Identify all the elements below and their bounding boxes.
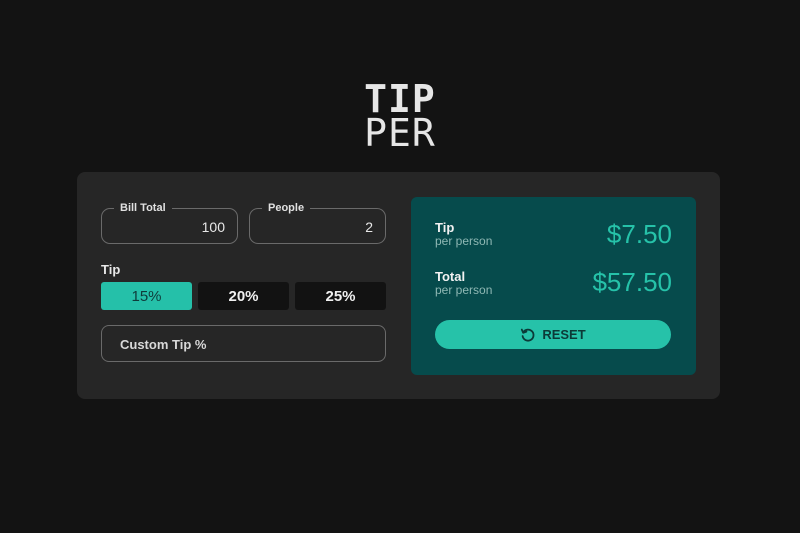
people-label: People <box>262 202 311 215</box>
total-result-subtitle: per person <box>435 283 493 297</box>
tip-result-title: Tip <box>435 220 455 235</box>
total-result-title: Total <box>435 269 466 284</box>
tip-per-person-amount: $7.50 <box>606 219 672 249</box>
calculator-card: Bill Total 100 People 2 Tip 15% 20% 25% … <box>77 172 720 399</box>
total-result-label: Total per person <box>435 270 492 297</box>
tip-section-label: Tip <box>101 262 121 277</box>
tip-result-subtitle: per person <box>435 234 493 248</box>
bill-total-input[interactable]: 100 <box>202 219 225 235</box>
people-input[interactable]: 2 <box>365 219 373 235</box>
reset-icon <box>520 327 536 343</box>
tip-option-15-button[interactable]: 15% <box>101 282 192 310</box>
total-per-person-amount: $57.50 <box>592 267 672 297</box>
people-field[interactable]: People 2 <box>249 202 386 244</box>
tip-option-25-button[interactable]: 25% <box>295 282 386 310</box>
results-panel: Tip per person $7.50 Total per person $5… <box>411 197 696 375</box>
tip-result-label: Tip per person <box>435 221 492 248</box>
custom-tip-input[interactable]: Custom Tip % <box>101 325 386 362</box>
reset-label: RESET <box>542 327 586 342</box>
reset-button[interactable]: RESET <box>435 320 671 349</box>
bill-total-label: Bill Total <box>114 202 172 215</box>
tip-option-20-button[interactable]: 20% <box>198 282 289 310</box>
logo-line-2: PER <box>364 111 436 155</box>
bill-total-field[interactable]: Bill Total 100 <box>101 202 238 244</box>
app-logo: TIP PER <box>0 80 800 155</box>
custom-tip-placeholder: Custom Tip % <box>120 337 207 352</box>
